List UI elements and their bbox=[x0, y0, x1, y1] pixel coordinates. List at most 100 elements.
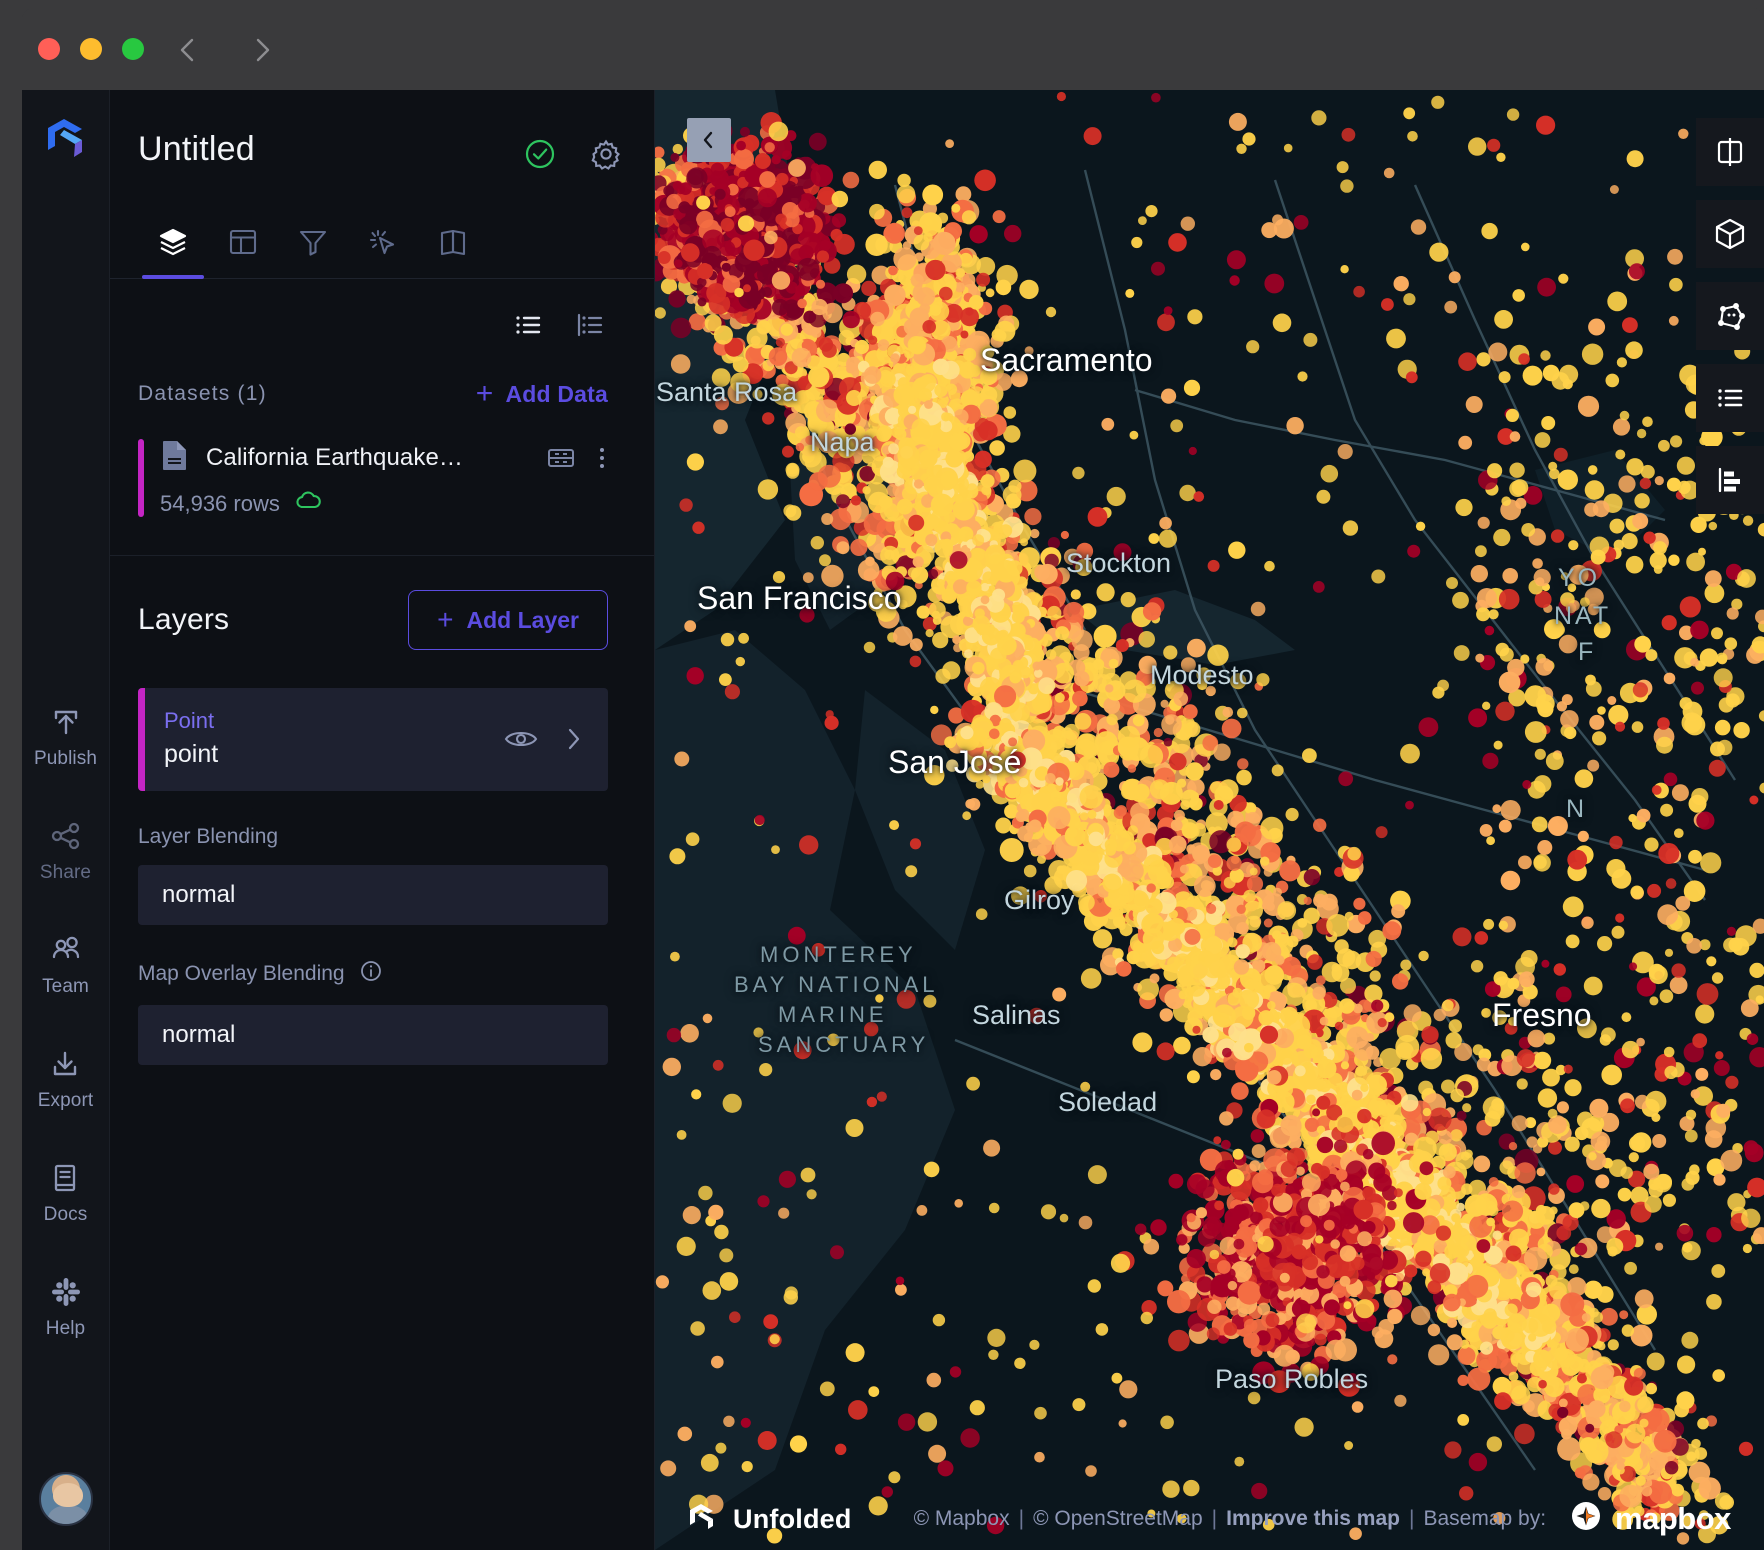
rail-item-export[interactable]: Export bbox=[38, 1044, 94, 1112]
side-panel: Untitled Datasets (1) + Add Data Califor… bbox=[110, 90, 655, 1550]
app-window: Publish Share Team Export Docs Help Unti… bbox=[22, 8, 1764, 1550]
rail-item-help[interactable]: Help bbox=[46, 1272, 86, 1340]
info-icon[interactable] bbox=[359, 959, 383, 989]
file-icon bbox=[160, 439, 190, 476]
chart-button[interactable] bbox=[1696, 446, 1764, 514]
attribution-links: © Mapbox | © OpenStreetMap | Improve thi… bbox=[914, 1499, 1732, 1539]
tab-basemap[interactable] bbox=[418, 206, 488, 278]
dataset-top-row: California Earthquake… bbox=[160, 439, 608, 476]
slack-help-icon bbox=[46, 1272, 86, 1312]
app-body: Publish Share Team Export Docs Help Unti… bbox=[22, 90, 1764, 1550]
add-data-button[interactable]: + Add Data bbox=[476, 379, 608, 409]
kebab-menu-icon[interactable] bbox=[596, 443, 608, 473]
layer-blending-field: Layer Blending normal bbox=[138, 825, 608, 925]
chevron-right-icon[interactable] bbox=[564, 724, 584, 754]
layer-card-actions bbox=[504, 724, 584, 754]
minimize-window-button[interactable] bbox=[80, 38, 102, 60]
mapbox-wordmark: mapbox bbox=[1615, 1501, 1731, 1536]
panel-header: Untitled bbox=[110, 90, 654, 172]
panel-tabs bbox=[110, 172, 654, 279]
unfolded-brand: Unfolded bbox=[685, 1500, 852, 1539]
traffic-lights bbox=[38, 38, 144, 60]
layers-header-row: Layers + Add Layer bbox=[110, 556, 654, 650]
add-layer-label: Add Layer bbox=[466, 606, 579, 633]
user-avatar[interactable] bbox=[38, 1472, 93, 1526]
table-small-icon[interactable] bbox=[546, 443, 576, 473]
gear-icon[interactable] bbox=[588, 136, 624, 172]
map-tools bbox=[1696, 118, 1764, 514]
rail-item-publish[interactable]: Publish bbox=[34, 702, 97, 770]
rail-items: Publish Share Team Export Docs Help bbox=[22, 702, 109, 1340]
improve-map-link[interactable]: Improve this map bbox=[1226, 1507, 1400, 1531]
legend-button[interactable] bbox=[1696, 364, 1764, 432]
rail-item-team[interactable]: Team bbox=[42, 930, 89, 998]
cloud-icon bbox=[294, 490, 322, 517]
layer-blending-select[interactable]: normal bbox=[138, 865, 608, 925]
export-icon bbox=[45, 1044, 85, 1084]
collapse-panel-button[interactable] bbox=[687, 118, 731, 162]
map-overlay-blending-value: normal bbox=[162, 1021, 236, 1048]
grouped-list-icon[interactable] bbox=[572, 307, 608, 343]
rail-label-help: Help bbox=[45, 1318, 86, 1339]
nav-arrows bbox=[168, 30, 282, 70]
map-overlay-blending-select[interactable]: normal bbox=[138, 1005, 608, 1065]
attrib-separator: | bbox=[1211, 1507, 1218, 1530]
layers-header: Layers bbox=[138, 603, 230, 636]
layer-card-text: Point point bbox=[164, 708, 218, 769]
datasets-header-row: Datasets (1) + Add Data bbox=[110, 343, 654, 409]
layer-name: point bbox=[164, 740, 219, 768]
mapbox-logo-icon bbox=[1569, 1499, 1603, 1539]
list-icon[interactable] bbox=[510, 307, 546, 343]
layer-blending-value: normal bbox=[162, 881, 236, 908]
draw-polygon-button[interactable] bbox=[1696, 282, 1764, 350]
3d-map-button[interactable] bbox=[1696, 200, 1764, 268]
dataset-name: California Earthquake… bbox=[206, 443, 464, 471]
rail-label-share: Share bbox=[39, 862, 92, 883]
rail-label-docs: Docs bbox=[43, 1204, 88, 1225]
unfolded-mark-icon bbox=[685, 1500, 719, 1539]
split-map-button[interactable] bbox=[1696, 118, 1764, 186]
rail-item-share[interactable]: Share bbox=[40, 816, 91, 884]
tab-table[interactable] bbox=[208, 206, 278, 278]
back-button[interactable] bbox=[168, 30, 208, 70]
eye-icon[interactable] bbox=[504, 726, 538, 752]
tab-layers[interactable] bbox=[138, 206, 208, 279]
tab-interaction[interactable] bbox=[348, 206, 418, 278]
rail-label-team: Team bbox=[42, 976, 89, 997]
add-layer-button[interactable]: + Add Layer bbox=[408, 590, 608, 650]
datasets-header: Datasets (1) bbox=[138, 382, 267, 405]
rail-label-publish: Publish bbox=[33, 748, 98, 769]
share-icon bbox=[45, 816, 85, 856]
layer-type: Point bbox=[164, 708, 215, 733]
page-title: Untitled bbox=[138, 130, 255, 168]
publish-icon bbox=[46, 702, 86, 742]
close-window-button[interactable] bbox=[38, 38, 60, 60]
window-titlebar bbox=[22, 8, 1764, 90]
check-circle-icon[interactable] bbox=[522, 136, 558, 172]
layer-blending-label-text: Layer Blending bbox=[138, 825, 279, 848]
dataset-item[interactable]: California Earthquake… 54,936 rows bbox=[138, 439, 608, 517]
attrib-separator: | bbox=[1018, 1507, 1025, 1530]
dataset-actions bbox=[546, 443, 608, 473]
map-overlay-blending-label: Map Overlay Blending bbox=[138, 959, 608, 989]
dataset-rows-row: 54,936 rows bbox=[160, 490, 608, 517]
plus-icon: + bbox=[475, 377, 494, 410]
osm-attrib[interactable]: © OpenStreetMap bbox=[1033, 1507, 1203, 1531]
team-icon bbox=[46, 930, 86, 970]
docs-icon bbox=[45, 1158, 85, 1198]
map-view[interactable]: Sacramento Santa Rosa Napa Stockton San Fran… bbox=[655, 90, 1764, 1550]
basemap-by-label: Basemap by: bbox=[1423, 1507, 1547, 1530]
map-overlay-blending-field: Map Overlay Blending normal bbox=[138, 959, 608, 1065]
maximize-window-button[interactable] bbox=[122, 38, 144, 60]
add-data-label: Add Data bbox=[505, 380, 608, 407]
plus-icon: + bbox=[437, 604, 454, 635]
rail-item-docs[interactable]: Docs bbox=[44, 1158, 88, 1226]
layer-card-point[interactable]: Point point bbox=[138, 688, 608, 791]
forward-button[interactable] bbox=[242, 30, 282, 70]
rail-label-export: Export bbox=[37, 1090, 94, 1111]
unfolded-logo[interactable] bbox=[38, 112, 94, 168]
mapbox-logo[interactable]: mapbox bbox=[1569, 1499, 1731, 1539]
map-canvas[interactable] bbox=[655, 90, 1764, 1550]
mapbox-attrib[interactable]: © Mapbox bbox=[914, 1507, 1010, 1531]
tab-filter[interactable] bbox=[278, 206, 348, 278]
